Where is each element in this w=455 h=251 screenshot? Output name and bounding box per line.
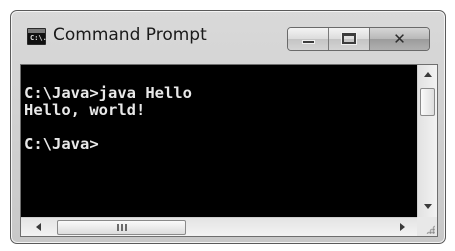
caption-buttons: ✕ — [287, 27, 430, 51]
thumb-grip-icon — [117, 224, 128, 231]
icon-glyph: C:\. — [30, 34, 47, 42]
horizontal-scrollbar[interactable] — [21, 217, 417, 236]
scrollbar-corner — [417, 217, 437, 236]
scroll-up-arrow-icon[interactable] — [424, 72, 432, 77]
window-title: Command Prompt — [53, 25, 207, 45]
command-prompt-window: C:\. Command Prompt ✕ C:\Java>java Hello… — [10, 10, 446, 244]
close-icon: ✕ — [393, 30, 406, 48]
horizontal-scroll-thumb[interactable] — [57, 220, 186, 235]
resize-grip-icon[interactable] — [426, 225, 435, 234]
console-output[interactable]: C:\Java>java Hello Hello, world! C:\Java… — [21, 65, 417, 217]
minimize-icon — [302, 40, 315, 44]
maximize-button[interactable] — [329, 28, 370, 50]
scroll-left-arrow-icon[interactable] — [36, 223, 41, 231]
command-prompt-icon[interactable]: C:\. — [27, 28, 47, 45]
vertical-scroll-thumb[interactable] — [420, 88, 435, 116]
scroll-down-arrow-icon[interactable] — [424, 204, 432, 209]
maximize-icon — [342, 33, 356, 44]
scroll-right-arrow-icon[interactable] — [400, 223, 405, 231]
console-client-area: C:\Java>java Hello Hello, world! C:\Java… — [20, 64, 438, 237]
vertical-scrollbar[interactable] — [417, 65, 437, 217]
minimize-button[interactable] — [288, 28, 329, 50]
title-bar[interactable]: C:\. Command Prompt ✕ — [11, 11, 445, 59]
close-button[interactable]: ✕ — [370, 28, 429, 50]
